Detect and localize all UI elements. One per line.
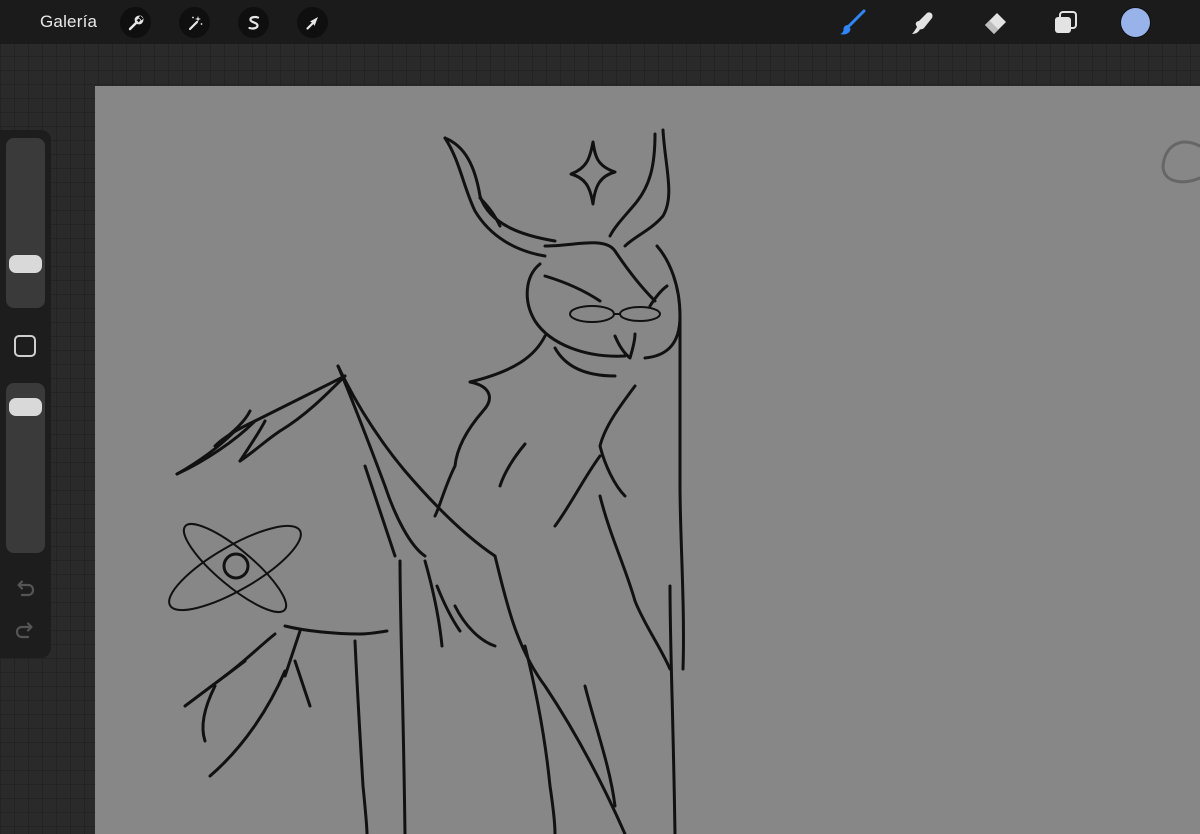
drawing-canvas[interactable] [95,86,1200,834]
brush-icon [840,9,866,35]
sketch-drawing [168,128,1200,834]
selection-button[interactable] [238,7,269,38]
layers-tool-button[interactable] [1050,8,1080,38]
square-modify-icon[interactable] [14,335,36,357]
adjustments-button[interactable] [179,7,210,38]
actions-button[interactable] [120,7,151,38]
brush-tool-button[interactable] [837,8,867,38]
undo-button[interactable] [13,576,37,600]
top-toolbar: Galería [0,0,1200,44]
color-picker-button[interactable] [1121,8,1150,37]
gallery-button[interactable]: Galería [40,12,97,32]
brush-size-thumb[interactable] [9,254,42,273]
layers-icon [1055,11,1077,33]
brush-opacity-slider[interactable] [6,383,45,553]
left-sidebar [0,130,51,658]
wrench-icon [128,15,143,30]
smudge-icon [912,12,933,34]
eraser-icon [985,13,1006,34]
redo-button[interactable] [13,618,37,642]
smudge-tool-button[interactable] [908,8,938,38]
arrow-cursor-icon [305,16,318,30]
redo-icon [15,622,33,639]
transform-button[interactable] [297,7,328,38]
selection-s-icon [247,15,259,30]
brush-opacity-thumb[interactable] [9,397,42,416]
eraser-tool-button[interactable] [980,8,1010,38]
undo-icon [17,580,35,597]
procreate-app: Galería [0,0,1200,834]
magic-wand-icon [188,15,202,30]
brush-size-slider[interactable] [6,138,45,308]
